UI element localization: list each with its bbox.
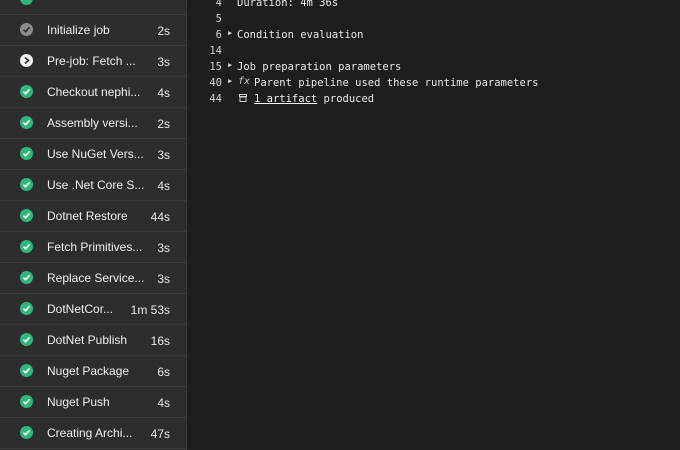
job-step[interactable]: Fetch Primitives... 3s (0, 232, 186, 263)
step-label: Fetch Primitives... (47, 240, 143, 254)
line-number: 40 (209, 77, 222, 89)
line-number: 6 (215, 29, 222, 41)
step-label: Use .Net Core S... (47, 178, 145, 192)
check-circle-icon (20, 23, 33, 36)
step-label: Initialize job (47, 23, 110, 37)
step-duration: 4s (157, 86, 170, 100)
step-duration: 16s (150, 334, 170, 348)
job-step-cropped[interactable] (0, 0, 186, 15)
step-label: DotNet Publish (47, 333, 128, 347)
step-label: Replace Service... (47, 271, 145, 285)
job-step[interactable]: DotNet Publish 16s (0, 325, 186, 356)
check-circle-icon (20, 116, 33, 129)
artifact-icon (239, 94, 247, 102)
check-circle-icon (20, 302, 33, 315)
skip-circle-icon (20, 54, 33, 67)
step-label: Creating Archi... (47, 426, 133, 440)
step-label: Nuget Push (47, 395, 110, 409)
expand-arrow-icon[interactable]: ▶ (228, 61, 232, 69)
step-label: Nuget Package (47, 364, 130, 378)
job-step[interactable]: Creating Archi... 47s (0, 418, 186, 449)
job-step[interactable]: Nuget Package 6s (0, 356, 186, 387)
step-duration: 3s (157, 55, 170, 69)
log-section-title: Condition evaluation (237, 29, 364, 41)
expand-arrow-icon[interactable]: ▶ (228, 77, 232, 85)
check-circle-icon (20, 178, 33, 191)
job-steps-sidebar: Initialize job 2s Pre-job: Fetch ... 3s … (0, 0, 187, 450)
log-section-title: Parent pipeline used these runtime param… (254, 77, 539, 89)
artifact-link[interactable]: 1 artifact (254, 93, 317, 105)
check-circle-icon (20, 426, 33, 439)
check-circle-icon (20, 364, 33, 377)
line-number: 15 (209, 61, 222, 73)
step-label: Pre-job: Fetch ... (47, 54, 136, 68)
step-duration: 44s (150, 210, 170, 224)
expand-arrow-icon[interactable]: ▶ (228, 29, 232, 37)
step-duration: 1m 53s (130, 303, 170, 317)
check-circle-icon (20, 333, 33, 346)
job-step[interactable]: DotNetCor... 1m 53s (0, 294, 186, 325)
check-circle-icon (20, 85, 33, 98)
log-output: 4 Duration: 4m 36s 5 6 ▶ Condition evalu… (187, 0, 680, 450)
check-circle-icon (20, 147, 33, 160)
job-step[interactable]: Use NuGet Vers... 3s (0, 139, 186, 170)
step-duration: 2s (157, 117, 170, 131)
step-duration: 4s (157, 179, 170, 193)
job-step[interactable]: Assembly versi... 2s (0, 108, 186, 139)
job-step[interactable]: Replace Service... 3s (0, 263, 186, 294)
job-step[interactable]: Initialize job 2s (0, 15, 186, 46)
log-section-title: Job preparation parameters (237, 61, 402, 73)
job-step[interactable]: Dotnet Restore 44s (0, 201, 186, 232)
line-number: 44 (209, 93, 222, 105)
log-text: Duration: 4m 36s (237, 0, 339, 9)
step-label: DotNetCor... (47, 302, 114, 316)
step-duration: 4s (157, 396, 170, 410)
line-number: 14 (209, 45, 222, 57)
artifact-line: 1 artifact produced (254, 93, 374, 105)
step-duration: 47s (150, 427, 170, 441)
step-duration: 3s (157, 241, 170, 255)
job-step[interactable]: Pre-job: Fetch ... 3s (0, 46, 186, 77)
job-step[interactable]: Use .Net Core S... 4s (0, 170, 186, 201)
artifact-text: produced (323, 93, 375, 105)
step-label: Use NuGet Vers... (47, 147, 144, 161)
fx-icon: fx (238, 76, 251, 87)
check-circle-icon (20, 209, 33, 222)
check-circle-icon (20, 271, 33, 284)
step-duration: 3s (157, 272, 170, 286)
step-duration: 3s (157, 148, 170, 162)
step-label: Checkout nephi... (47, 85, 141, 99)
check-circle-icon (20, 240, 33, 253)
step-label: Dotnet Restore (47, 209, 128, 223)
job-step[interactable]: Checkout nephi... 4s (0, 77, 186, 108)
step-duration: 6s (157, 365, 170, 379)
line-number: 4 (215, 0, 222, 9)
step-label: Assembly versi... (47, 116, 138, 130)
line-number: 5 (215, 13, 222, 25)
check-circle-icon (20, 0, 33, 5)
job-step[interactable]: Nuget Push 4s (0, 387, 186, 418)
step-duration: 2s (157, 24, 170, 38)
check-circle-icon (20, 395, 33, 408)
